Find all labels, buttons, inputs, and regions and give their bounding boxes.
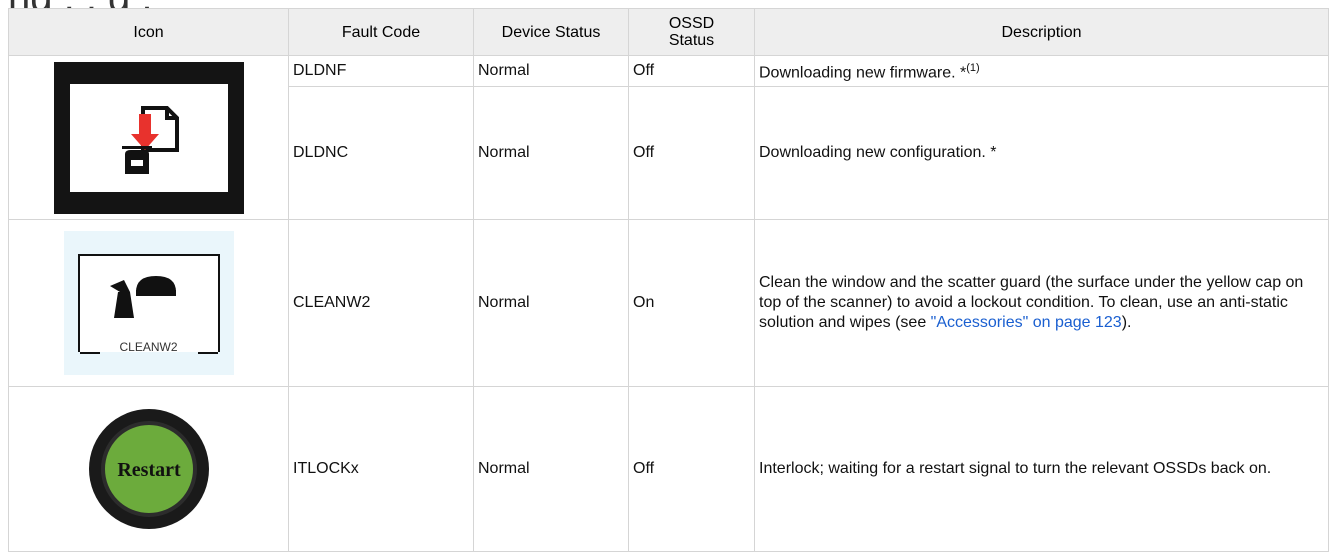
icon-cell: CLEANW2 xyxy=(8,219,289,387)
description: Clean the window and the scatter guard (… xyxy=(754,219,1329,387)
restart-button-icon: Restart xyxy=(84,404,214,534)
fault-code: CLEANW2 xyxy=(288,219,474,387)
description: Downloading new firmware. *(1) xyxy=(754,55,1329,87)
col-header-fault-code: Fault Code xyxy=(288,8,474,56)
col-header-icon: Icon xyxy=(8,8,289,56)
ossd-status: Off xyxy=(628,55,755,87)
fault-code: DLDNF xyxy=(288,55,474,87)
ossd-status: On xyxy=(628,219,755,387)
restart-label: Restart xyxy=(117,459,181,481)
col-header-description: Description xyxy=(754,8,1329,56)
accessories-link[interactable]: "Accessories" on page 123 xyxy=(931,314,1122,331)
footnote-ref: (1) xyxy=(966,62,980,75)
col-header-device-status: Device Status xyxy=(473,8,629,56)
device-status: Normal xyxy=(473,386,629,552)
download-config-icon xyxy=(53,61,244,214)
col-header-ossd-status: OSSD Status xyxy=(628,8,755,56)
icon-cell: Restart xyxy=(8,386,289,552)
device-status: Normal xyxy=(473,86,629,220)
fault-table: Icon Fault Code Device Status OSSD Statu… xyxy=(8,8,1329,552)
table-row: CLEANW2 CLEANW2 Normal On Clean the wind… xyxy=(8,219,1329,387)
table-row: Restart ITLOCKx Normal Off Interlock; wa… xyxy=(8,386,1329,552)
fault-code: DLDNC xyxy=(288,86,474,220)
device-status: Normal xyxy=(473,55,629,87)
ossd-status: Off xyxy=(628,386,755,552)
clean-window-icon: CLEANW2 xyxy=(77,254,220,354)
description: Downloading new configuration. * xyxy=(754,86,1329,220)
table-header-row: Icon Fault Code Device Status OSSD Statu… xyxy=(8,8,1329,56)
description: Interlock; waiting for a restart signal … xyxy=(754,386,1329,552)
icon-cell xyxy=(8,55,289,220)
table-row: DLDNF Normal Off Downloading new firmwar… xyxy=(8,55,1329,220)
fault-code: ITLOCKx xyxy=(288,386,474,552)
device-status: Normal xyxy=(473,219,629,387)
ossd-status: Off xyxy=(628,86,755,220)
